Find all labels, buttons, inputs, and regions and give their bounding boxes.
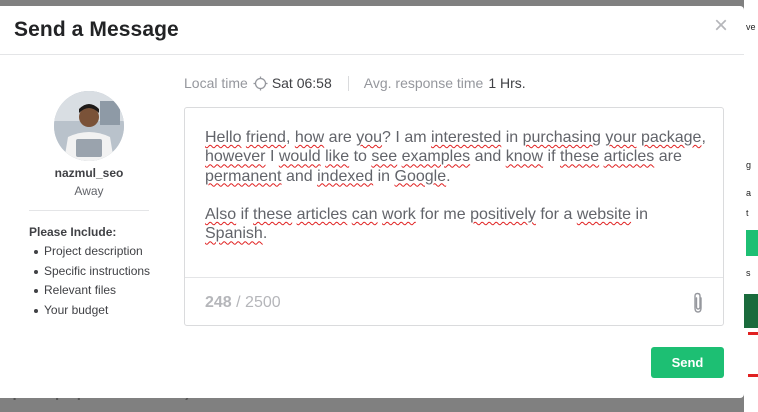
- list-item: Your budget: [34, 301, 150, 321]
- bg-green-button: [746, 230, 758, 256]
- message-text[interactable]: Hello friend, how are you? I am interest…: [205, 128, 711, 244]
- modal-header: Send a Message ×: [0, 6, 744, 55]
- info-row: Local time Sat 06:58 Avg. response time …: [184, 75, 526, 91]
- seller-status: Away: [74, 184, 104, 198]
- avatar-image: [54, 91, 124, 161]
- include-list: Project description Specific instruction…: [34, 242, 150, 320]
- bg-text-fragment: g: [746, 160, 752, 170]
- char-count-current: 248: [205, 294, 232, 311]
- divider: [29, 210, 149, 211]
- paperclip-icon[interactable]: [691, 292, 705, 314]
- include-title: Please Include:: [29, 225, 117, 239]
- list-item: Project description: [34, 242, 150, 262]
- seller-panel: nazmul_seo Away Please Include: Project …: [0, 55, 178, 335]
- list-item: Specific instructions: [34, 262, 150, 282]
- background-page: ve g a t s: [744, 0, 758, 412]
- bg-red-line: [748, 332, 758, 335]
- response-time-value: 1 Hrs.: [488, 75, 526, 91]
- list-item: Relevant files: [34, 281, 150, 301]
- send-message-modal: Send a Message × nazmul_seo Away Please …: [0, 6, 744, 398]
- char-counter: 248 / 2500: [205, 294, 281, 312]
- avatar[interactable]: [54, 91, 124, 161]
- local-time-value: Sat 06:58: [271, 75, 332, 91]
- clock-icon: [253, 76, 268, 91]
- bg-text-fragment: s: [746, 268, 751, 278]
- seller-name[interactable]: nazmul_seo: [0, 166, 178, 180]
- bg-text-fragment: t: [746, 208, 749, 218]
- close-icon[interactable]: ×: [714, 14, 728, 38]
- char-count-limit: / 2500: [236, 294, 281, 311]
- info-separator: [347, 75, 349, 91]
- local-time-label: Local time: [184, 75, 248, 91]
- message-footer: 248 / 2500: [185, 277, 723, 325]
- bg-red-line: [748, 374, 758, 377]
- modal-title: Send a Message: [14, 18, 179, 41]
- bg-text-fragment: a: [746, 188, 752, 198]
- send-button[interactable]: Send: [651, 347, 724, 378]
- bg-text-fragment: ve: [746, 22, 756, 32]
- bg-dark-block: [744, 294, 758, 328]
- message-textarea[interactable]: Hello friend, how are you? I am interest…: [184, 107, 724, 326]
- response-time-label: Avg. response time: [363, 75, 484, 91]
